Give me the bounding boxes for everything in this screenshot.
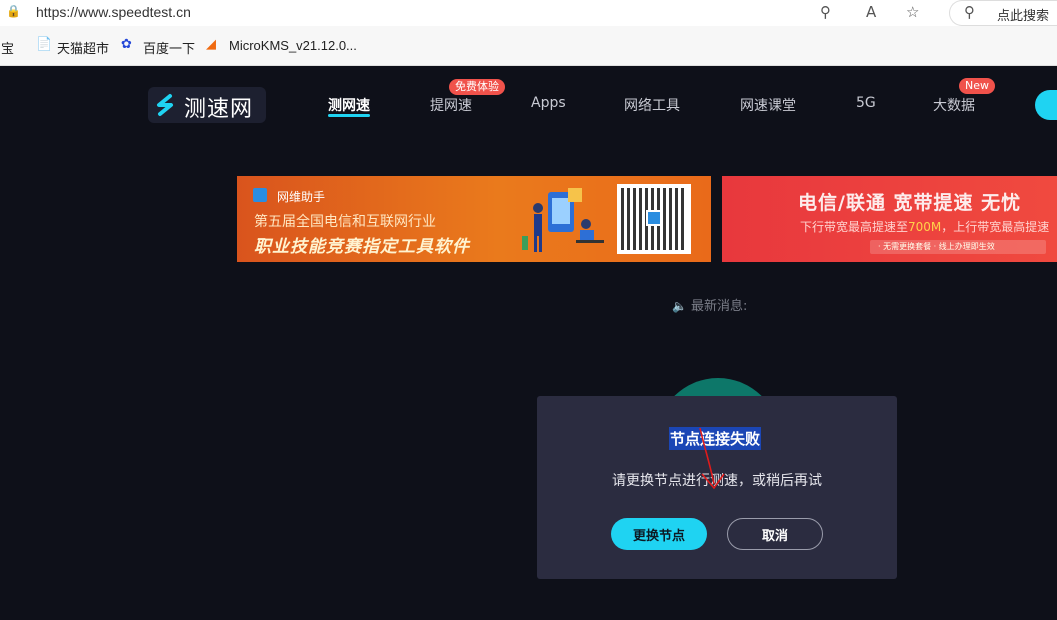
nav-5g[interactable]: 5G [856, 95, 876, 111]
banner-line1: 第五届全国电信和互联网行业 [254, 214, 436, 230]
cancel-button[interactable]: 取消 [727, 518, 823, 550]
url-field[interactable]: https://www.speedtest.cn [36, 4, 191, 20]
nav-apps[interactable]: Apps [531, 95, 566, 111]
banner2-feature-bar: · 无需更换套餐 · 线上办理即生效 [870, 240, 1046, 254]
address-bar: 🔒 https://www.speedtest.cn ⚲ A ☆ ⚲ 点此搜索 [0, 0, 1057, 26]
banner2-title: 电信/联通 宽带提速 无忧 [798, 192, 1022, 214]
nav-active-indicator [328, 114, 370, 117]
search-icon: ⚲ [964, 3, 975, 21]
bookmark-microkms[interactable]: MicroKMS_v21.12.0... [229, 38, 357, 53]
ad-banner-competition[interactable]: 网维助手 第五届全国电信和互联网行业 职业技能竞赛指定工具软件 [237, 176, 711, 262]
lock-icon[interactable]: 🔒 [6, 4, 21, 18]
site-logo[interactable]: 测速网 [148, 87, 266, 123]
location-icon[interactable]: ⚲ [820, 3, 831, 21]
qr-code-icon [617, 184, 691, 254]
news-ticker: 🔈 最新消息: [672, 295, 747, 314]
free-trial-badge: 免费体验 [449, 79, 505, 95]
wangwei-logo-icon [253, 188, 267, 202]
read-aloud-icon[interactable]: A [866, 3, 876, 21]
banner-brand: 网维助手 [253, 188, 325, 205]
bookmarks-bar: 淘宝 📄 天猫超市 ✿ 百度一下 ◢ MicroKMS_v21.12.0... [0, 26, 1057, 66]
login-button[interactable] [1035, 90, 1057, 120]
logo-text: 测速网 [184, 97, 254, 122]
page-icon: 📄 [36, 37, 53, 52]
ad-banner-broadband[interactable]: 电信/联通 宽带提速 无忧 下行带宽最高提速至700M，上行带宽最高提速 · 无… [722, 176, 1057, 262]
microkms-icon: ◢ [206, 37, 216, 52]
banner-brand-label: 网维助手 [277, 190, 326, 204]
new-badge: New [959, 78, 995, 94]
bookmark-tmall[interactable]: 天猫超市 [57, 38, 109, 57]
bookmark-baidu[interactable]: 百度一下 [143, 38, 195, 57]
baidu-paw-icon: ✿ [121, 37, 132, 52]
news-label: 最新消息: [690, 299, 748, 314]
favorite-star-icon[interactable]: ☆ [906, 3, 919, 21]
nav-boost[interactable]: 提网速 [430, 95, 472, 115]
banner2-subtitle: 下行带宽最高提速至700M，上行带宽最高提速 [800, 220, 1050, 234]
annotation-arrow-icon [699, 427, 725, 490]
nav-network-tools[interactable]: 网络工具 [624, 95, 680, 115]
nav-big-data[interactable]: 大数据 [933, 95, 975, 115]
logo-mark-icon [157, 94, 173, 116]
site-page: 测速网 测网速 提网速 免费体验 Apps 网络工具 网速课堂 5G 大数据 N… [0, 66, 1057, 620]
search-placeholder: 点此搜索 [997, 9, 1050, 24]
browser-search-box[interactable]: ⚲ 点此搜索 [949, 0, 1057, 26]
bookmark-taobao[interactable]: 淘宝 [0, 38, 14, 57]
nav-speedtest[interactable]: 测网速 [328, 95, 370, 115]
banner-line2: 职业技能竞赛指定工具软件 [254, 237, 470, 257]
speaker-icon: 🔈 [672, 299, 687, 313]
change-node-button[interactable]: 更换节点 [611, 518, 707, 550]
people-illustration-icon [522, 188, 604, 252]
nav-speed-class[interactable]: 网速课堂 [740, 95, 796, 115]
